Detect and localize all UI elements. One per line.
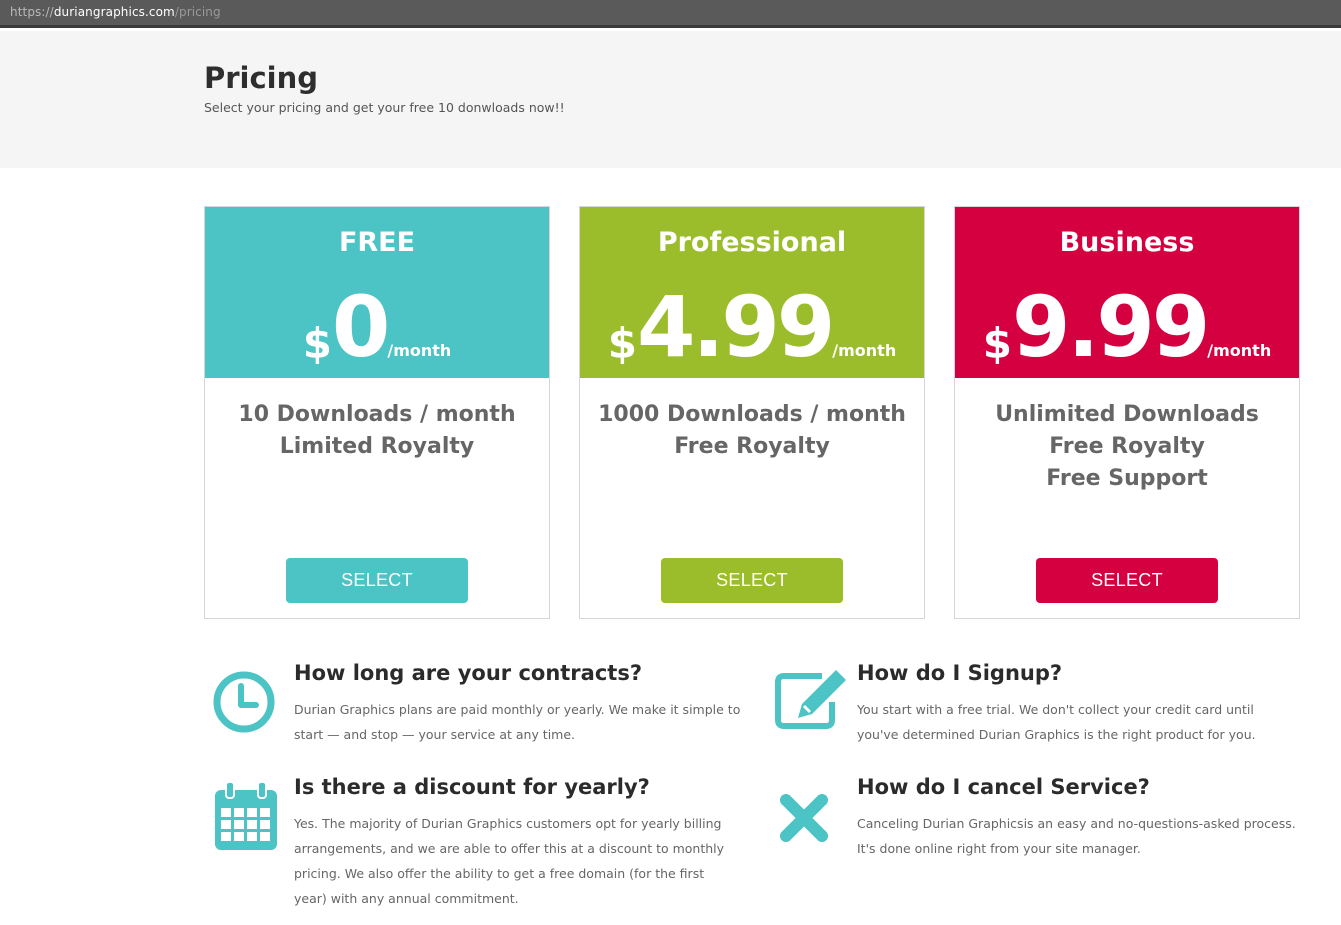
plan-feature: Free Support bbox=[1046, 466, 1208, 491]
faq-question: How do I Signup? bbox=[857, 661, 1063, 685]
faq-answer: Durian Graphics plans are paid monthly o… bbox=[294, 702, 741, 742]
page-subtitle: Select your pricing and get your free 10… bbox=[204, 100, 565, 115]
page-header: Pricing Select your pricing and get your… bbox=[0, 31, 1341, 168]
plan-header: Professional $4.99/month bbox=[580, 207, 924, 378]
faq-item-discount: Is there a discount for yearly? Yes. The… bbox=[294, 775, 754, 911]
plan-price: $9.99/month bbox=[982, 278, 1272, 376]
url-text[interactable]: https://duriangraphics.com/pricing bbox=[10, 5, 221, 19]
plan-name: FREE bbox=[338, 227, 416, 258]
plan-card-free: FREE $0/month 10 Downloads / month Limit… bbox=[204, 206, 550, 619]
faq-answer: Canceling Durian Graphicsis an easy and … bbox=[857, 816, 1296, 856]
plan-feature: Limited Royalty bbox=[279, 434, 475, 459]
faq-answer: Yes. The majority of Durian Graphics cus… bbox=[294, 816, 725, 906]
plan-price: $0/month bbox=[302, 278, 452, 376]
plan-name: Business bbox=[1059, 227, 1195, 258]
browser-address-bar[interactable]: https://duriangraphics.com/pricing bbox=[0, 0, 1341, 28]
faq-question: How long are your contracts? bbox=[294, 661, 643, 685]
plan-feature: Free Royalty bbox=[674, 434, 830, 459]
plan-feature: 1000 Downloads / month bbox=[598, 402, 906, 427]
plan-feature: 10 Downloads / month bbox=[238, 402, 516, 427]
faq-item-signup: How do I Signup? You start with a free t… bbox=[857, 661, 1317, 747]
faq-question: How do I cancel Service? bbox=[857, 775, 1150, 799]
edit-icon bbox=[775, 670, 846, 729]
plan-card-business: Business $9.99/month Unlimited Downloads… bbox=[954, 206, 1300, 619]
page-title: Pricing bbox=[204, 61, 319, 95]
calendar-icon bbox=[215, 781, 277, 850]
plan-card-professional: Professional $4.99/month 1000 Downloads … bbox=[579, 206, 925, 619]
faq-answer: You start with a free trial. We don't co… bbox=[857, 702, 1256, 742]
select-professional-button[interactable]: SELECT bbox=[661, 558, 843, 603]
plan-header: Business $9.99/month bbox=[955, 207, 1299, 378]
close-icon bbox=[780, 794, 828, 842]
plan-feature: Free Royalty bbox=[1049, 434, 1205, 459]
select-business-button[interactable]: SELECT bbox=[1036, 558, 1218, 603]
plan-name: Professional bbox=[657, 227, 847, 258]
select-free-button[interactable]: SELECT bbox=[286, 558, 468, 603]
plan-features: Unlimited Downloads Free Royalty Free Su… bbox=[955, 399, 1299, 495]
plan-feature: Unlimited Downloads bbox=[995, 402, 1259, 427]
plan-header: FREE $0/month bbox=[205, 207, 549, 378]
plan-features: 10 Downloads / month Limited Royalty bbox=[205, 399, 549, 463]
faq-item-contracts: How long are your contracts? Durian Grap… bbox=[294, 661, 754, 747]
clock-icon bbox=[213, 671, 275, 733]
plan-features: 1000 Downloads / month Free Royalty bbox=[580, 399, 924, 463]
faq-question: Is there a discount for yearly? bbox=[294, 775, 650, 799]
faq-item-cancel: How do I cancel Service? Canceling Duria… bbox=[857, 775, 1317, 861]
plan-price: $4.99/month bbox=[607, 278, 897, 376]
